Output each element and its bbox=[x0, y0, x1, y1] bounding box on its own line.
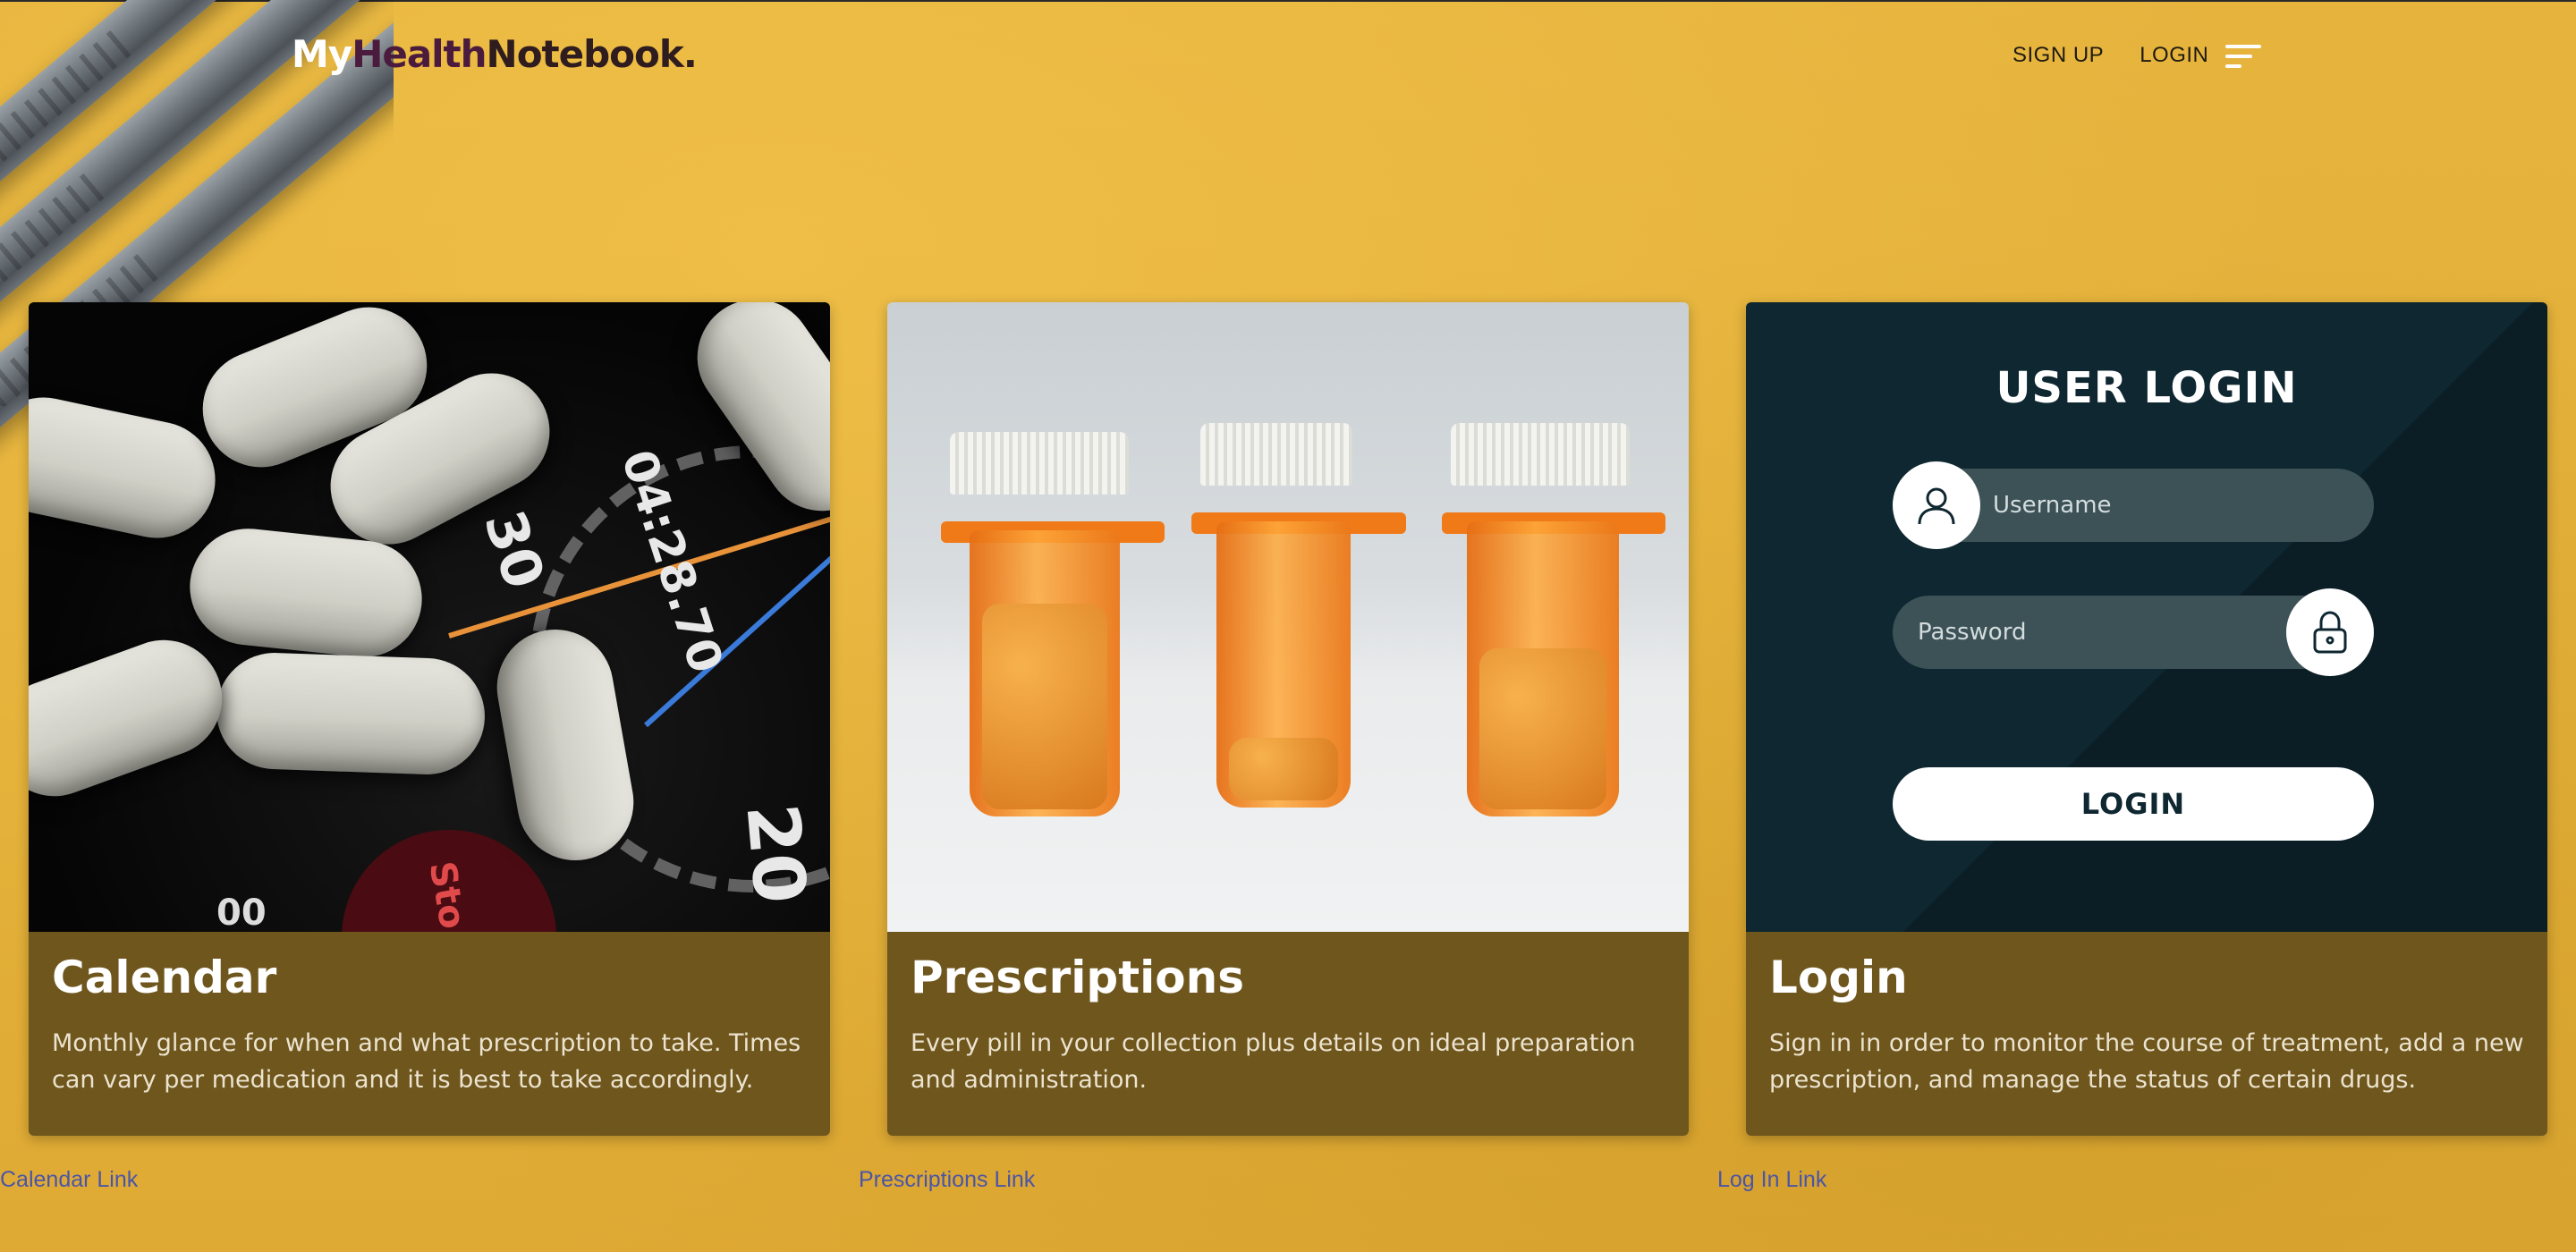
username-field bbox=[1893, 461, 2374, 549]
prescriptions-card-description: Every pill in your collection plus detai… bbox=[911, 1029, 1636, 1094]
prescriptions-card[interactable]: Prescriptions Every pill in your collect… bbox=[887, 302, 1689, 1136]
nav-sign-up-link[interactable]: SIGN UP bbox=[2012, 43, 2104, 68]
calendar-card[interactable]: 30 04:28.70 20 00 Sto Calendar Monthly g… bbox=[29, 302, 830, 1136]
login-submit-button[interactable]: LOGIN bbox=[1893, 767, 2374, 841]
login-card-title: Login bbox=[1769, 952, 1908, 1003]
nav-login-link[interactable]: LOGIN bbox=[2140, 43, 2208, 68]
site-logo[interactable]: MyHealthNotebook. bbox=[292, 32, 698, 76]
calendar-link[interactable]: Calendar Link bbox=[0, 1167, 138, 1193]
prescriptions-card-title: Prescriptions bbox=[911, 952, 1244, 1003]
pill bbox=[29, 386, 226, 549]
gauge-label-00: 00 bbox=[216, 892, 267, 932]
log-in-link[interactable]: Log In Link bbox=[1717, 1167, 1826, 1193]
login-panel: USER LOGIN LOGIN bbox=[1746, 302, 2547, 932]
login-card: USER LOGIN LOGIN Login Sign i bbox=[1746, 302, 2547, 1136]
pill-bottle bbox=[1442, 423, 1665, 843]
username-input[interactable] bbox=[1993, 469, 2360, 542]
login-card-body: Login Sign in in order to monitor the co… bbox=[1746, 932, 2547, 1136]
logo-my: My bbox=[292, 32, 352, 76]
prescription-bottles-photo bbox=[887, 302, 1689, 932]
pill bbox=[29, 623, 239, 813]
login-panel-title: USER LOGIN bbox=[1996, 363, 2298, 413]
lock-icon bbox=[2286, 588, 2374, 676]
calendar-card-description: Monthly glance for when and what prescri… bbox=[52, 1029, 801, 1094]
user-icon bbox=[1893, 461, 1980, 549]
hamburger-menu-icon[interactable] bbox=[2225, 43, 2261, 72]
password-input[interactable] bbox=[1918, 596, 2275, 669]
top-nav: SIGN UP LOGIN bbox=[2012, 43, 2208, 68]
calendar-card-title: Calendar bbox=[52, 952, 277, 1003]
login-card-description: Sign in in order to monitor the course o… bbox=[1769, 1029, 2524, 1094]
pills-on-gauge-photo: 30 04:28.70 20 00 Sto bbox=[29, 302, 830, 932]
prescriptions-link[interactable]: Prescriptions Link bbox=[859, 1167, 1035, 1193]
calendar-card-body: Calendar Monthly glance for when and wha… bbox=[29, 932, 830, 1136]
gauge-label-30: 30 bbox=[471, 503, 558, 596]
pill bbox=[214, 650, 487, 777]
prescriptions-card-body: Prescriptions Every pill in your collect… bbox=[887, 932, 1689, 1136]
logo-notebook: Notebook. bbox=[486, 32, 698, 76]
password-field bbox=[1893, 588, 2374, 676]
logo-health: Health bbox=[352, 32, 487, 76]
pill-bottle bbox=[1191, 423, 1406, 843]
gauge-label-20: 20 bbox=[730, 799, 822, 908]
pill-bottle bbox=[941, 432, 1165, 861]
